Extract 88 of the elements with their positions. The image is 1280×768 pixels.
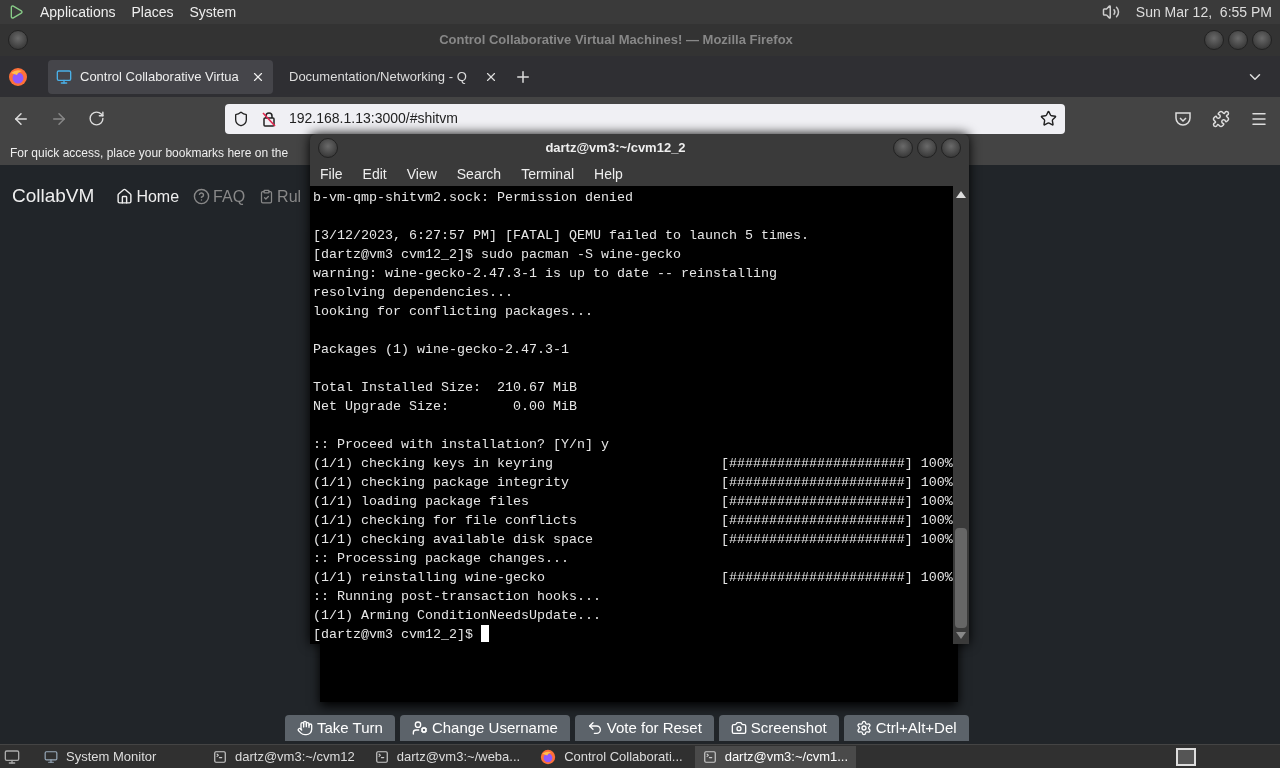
monitor-icon: [44, 749, 58, 764]
terminal-line: (1/1) Arming ConditionNeedsUpdate...: [313, 607, 601, 625]
user-icon: [411, 720, 428, 736]
terminal-line: looking for conflicting packages...: [313, 303, 593, 321]
taskbar-item[interactable]: dartz@vm3:~/cvm12: [205, 745, 363, 768]
firefox-icon: [8, 66, 28, 87]
nav-link[interactable]: FAQ: [193, 184, 246, 209]
clipboard-icon: [259, 189, 275, 204]
taskbar-item[interactable]: System Monitor: [36, 745, 201, 768]
terminal-line: (1/1) checking keys in keyring [######################] 100%: [313, 455, 953, 473]
terminal-line: resolving dependencies...: [313, 284, 513, 302]
url-field[interactable]: 192.168.1.13:3000/#shitvm: [225, 103, 1065, 134]
workspace-switcher-icon[interactable]: [1176, 747, 1196, 766]
window-button[interactable]: [1252, 30, 1272, 50]
vm-action-button[interactable]: Vote for Reset: [574, 715, 714, 741]
terminal-icon: [702, 749, 717, 764]
bookmark-star-icon[interactable]: [1040, 110, 1057, 127]
terminal-menu-item[interactable]: File: [320, 163, 343, 185]
hand-icon: [297, 720, 313, 736]
browser-tab[interactable]: Documentation/Networking - Q: [281, 59, 506, 94]
text-cursor: [480, 625, 489, 642]
settings-icon: [855, 720, 872, 736]
terminal-line: (1/1) checking available disk space [######################] 100%: [313, 531, 953, 549]
terminal-menu-item[interactable]: Edit: [362, 163, 387, 185]
window-button[interactable]: [1228, 30, 1248, 50]
menu-logo-icon: [8, 4, 24, 20]
panel-menu[interactable]: Places: [131, 1, 174, 23]
nav-link[interactable]: Rul: [259, 184, 302, 209]
terminal-menu-item[interactable]: Help: [594, 163, 623, 185]
terminal-line: Packages (1) wine-gecko-2.47.3-1: [313, 341, 569, 359]
taskbar-item[interactable]: dartz@vm3:~/weba...: [366, 745, 529, 768]
terminal-line: [3/12/2023, 6:27:57 PM] [FATAL] QEMU failed to launch 5 times.: [313, 227, 809, 245]
vm-action-button[interactable]: Screenshot: [718, 715, 839, 741]
terminal-line: warning: wine-gecko-2.47.3-1 is up to date -- reinstalling: [313, 265, 777, 283]
terminal-line: (1/1) checking for file conflicts [######################] 100%: [313, 512, 953, 530]
panel-menu[interactable]: System: [189, 1, 237, 23]
taskbar-item[interactable]: Control Collaborati...: [532, 745, 691, 768]
window-button[interactable]: [8, 30, 28, 50]
bookmarks-hint: For quick access, place your bookmarks here on the: [10, 144, 289, 162]
terminal-line: :: Processing package changes...: [313, 550, 569, 568]
home-icon: [116, 188, 134, 205]
terminal-menu-item[interactable]: Search: [456, 163, 502, 185]
taskbar-item[interactable]: dartz@vm3:~/cvm1...: [694, 745, 857, 768]
terminal-menu-item[interactable]: View: [406, 163, 437, 185]
vm-action-button[interactable]: Change Username: [399, 715, 570, 741]
terminal-line: [dartz@vm3 cvm12_2]$: [313, 626, 474, 644]
terminal-icon: [374, 749, 389, 764]
panel-menu[interactable]: Applications: [40, 1, 116, 23]
window-button[interactable]: [917, 138, 937, 158]
undo-icon: [586, 720, 603, 736]
reload-icon[interactable]: [88, 110, 105, 127]
clock[interactable]: Sun Mar 12, 6:55 PM: [1135, 1, 1272, 23]
terminal-line: [dartz@vm3 cvm12_2]$ sudo pacman -S wine-gecko: [313, 246, 681, 264]
show-desktop-icon[interactable]: [4, 748, 20, 765]
terminal-line: :: Running post-transaction hooks...: [313, 588, 601, 606]
monitor-icon: [56, 68, 72, 85]
window-button[interactable]: [318, 138, 338, 158]
shield-icon[interactable]: [233, 110, 249, 127]
camera-icon: [730, 720, 747, 736]
terminal-line: b-vm-qmp-shitvm2.sock: Permission denied: [313, 189, 633, 207]
vm-action-button[interactable]: Ctrl+Alt+Del: [843, 715, 969, 741]
pocket-icon[interactable]: [1174, 109, 1192, 128]
firefox-icon: [540, 748, 557, 765]
extensions-icon[interactable]: [1212, 109, 1230, 128]
terminal-line: Total Installed Size: 210.67 MiB: [313, 379, 577, 397]
window-button[interactable]: [941, 138, 961, 158]
terminal-line: Net Upgrade Size: 0.00 MiB: [313, 398, 577, 416]
nav-link[interactable]: Home: [116, 184, 180, 209]
insecure-lock-icon[interactable]: [261, 110, 277, 127]
scroll-up-icon[interactable]: [956, 190, 966, 198]
scrollbar[interactable]: [953, 186, 969, 644]
vm-action-button[interactable]: Take Turn: [285, 715, 395, 741]
scroll-thumb[interactable]: [955, 528, 967, 628]
terminal-icon: [213, 749, 227, 764]
browser-tab[interactable]: Control Collaborative Virtua: [48, 59, 273, 94]
terminal-menu-item[interactable]: Terminal: [521, 163, 575, 185]
site-brand[interactable]: CollabVM: [12, 182, 95, 211]
window-button[interactable]: [893, 138, 913, 158]
window-button[interactable]: [1204, 30, 1224, 50]
window-title: Control Collaborative Virtual Machines! — Mozilla Firefox: [438, 31, 794, 50]
terminal-line: (1/1) reinstalling wine-gecko [######################] 100%: [313, 569, 953, 587]
help-icon: [193, 188, 211, 205]
terminal-line: :: Proceed with installation? [Y/n] y: [313, 436, 609, 454]
scroll-down-icon[interactable]: [956, 632, 966, 640]
volume-icon[interactable]: [1101, 3, 1120, 21]
window-title: dartz@vm3:~/cvm12_2: [544, 139, 687, 158]
terminal-line: (1/1) loading package files [######################] 100%: [313, 493, 953, 511]
terminal-line: (1/1) checking package integrity [######################] 100%: [313, 474, 953, 492]
